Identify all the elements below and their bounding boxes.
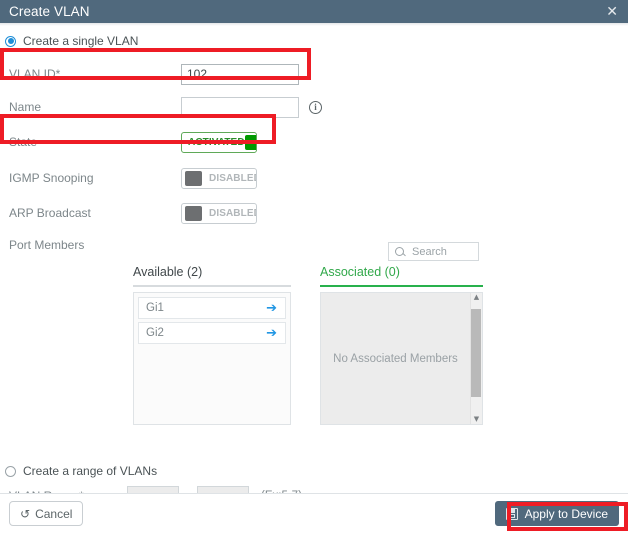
vlan-id-label: VLAN ID*: [9, 67, 61, 81]
info-icon[interactable]: i: [309, 100, 322, 114]
row-name: Name i: [0, 92, 628, 122]
igmp-snooping-label: IGMP Snooping: [9, 171, 94, 185]
row-igmp-snooping: IGMP Snooping DISABLED: [0, 163, 628, 193]
dialog-body: Create a single VLAN VLAN ID* Name i Sta…: [0, 29, 628, 507]
row-arp-broadcast: ARP Broadcast DISABLED: [0, 198, 628, 228]
name-label: Name: [9, 100, 42, 114]
list-item[interactable]: Gi2 ➔: [138, 322, 286, 344]
arp-toggle-knob: [185, 205, 202, 221]
arp-toggle-label: DISABLED: [209, 207, 257, 219]
arp-broadcast-label: ARP Broadcast: [9, 206, 91, 220]
arp-broadcast-toggle[interactable]: DISABLED: [181, 202, 257, 224]
arrow-right-icon[interactable]: ➔: [266, 302, 277, 315]
dialog-titlebar: Create VLAN ✕: [0, 0, 628, 23]
search-input[interactable]: [410, 244, 476, 259]
list-item-label: Gi2: [146, 327, 164, 339]
available-listbox[interactable]: Gi1 ➔ Gi2 ➔: [133, 292, 291, 425]
available-rule: [133, 285, 291, 287]
radio-create-single-vlan[interactable]: Create a single VLAN: [0, 29, 628, 52]
cancel-button[interactable]: ↻ Cancel: [9, 501, 84, 526]
state-label: State: [9, 135, 38, 149]
radio-range-vlans-label: Create a range of VLANs: [23, 464, 158, 478]
igmp-snooping-toggle[interactable]: DISABLED: [181, 167, 257, 189]
associated-heading: Associated (0): [320, 265, 400, 279]
associated-scrollbar[interactable]: ▲ ▼: [470, 293, 482, 424]
apply-to-device-button[interactable]: Apply to Device: [494, 501, 619, 526]
cancel-button-label: Cancel: [35, 506, 73, 521]
scrollbar-thumb[interactable]: [471, 309, 481, 397]
create-vlan-dialog: Create VLAN ✕ Create a single VLAN VLAN …: [0, 0, 628, 533]
dialog-footer: ↻ Cancel Apply to Device: [0, 493, 628, 533]
save-icon: [505, 507, 518, 520]
port-members-search[interactable]: [388, 242, 479, 261]
dialog-title: Create VLAN: [9, 4, 90, 19]
row-state: State ACTIVATED: [0, 127, 628, 157]
arrow-right-icon[interactable]: ➔: [266, 327, 277, 340]
titlebar-shadow: [0, 23, 628, 26]
radio-create-range-vlans[interactable]: Create a range of VLANs: [0, 459, 157, 482]
vlan-id-input[interactable]: [181, 63, 299, 85]
undo-icon: ↻: [20, 506, 31, 521]
available-column: Available (2) Gi1 ➔ Gi2 ➔: [133, 265, 291, 425]
radio-range-vlans-indicator[interactable]: [5, 465, 16, 477]
state-toggle[interactable]: ACTIVATED: [181, 131, 257, 153]
igmp-toggle-knob: [185, 170, 202, 186]
associated-listbox[interactable]: No Associated Members ▲ ▼: [320, 292, 483, 425]
associated-column: Associated (0) No Associated Members ▲ ▼: [320, 265, 483, 425]
name-input[interactable]: [181, 96, 299, 118]
scroll-up-icon[interactable]: ▲: [474, 294, 479, 301]
list-item-label: Gi1: [146, 302, 164, 314]
close-icon[interactable]: ✕: [604, 4, 620, 20]
available-heading: Available (2): [133, 265, 203, 279]
associated-empty-text: No Associated Members: [333, 352, 458, 365]
igmp-toggle-label: DISABLED: [209, 172, 257, 184]
associated-rule: [320, 285, 483, 287]
row-vlan-id: VLAN ID*: [0, 59, 628, 89]
search-icon: [395, 247, 404, 256]
radio-single-vlan-label: Create a single VLAN: [23, 34, 139, 48]
scroll-down-icon[interactable]: ▼: [474, 416, 479, 423]
state-toggle-label: ACTIVATED: [188, 136, 245, 148]
list-item[interactable]: Gi1 ➔: [138, 297, 286, 319]
port-members-label: Port Members: [9, 238, 85, 252]
radio-single-vlan-indicator[interactable]: [5, 35, 16, 47]
state-toggle-knob: [244, 134, 256, 150]
apply-to-device-label: Apply to Device: [524, 506, 608, 521]
